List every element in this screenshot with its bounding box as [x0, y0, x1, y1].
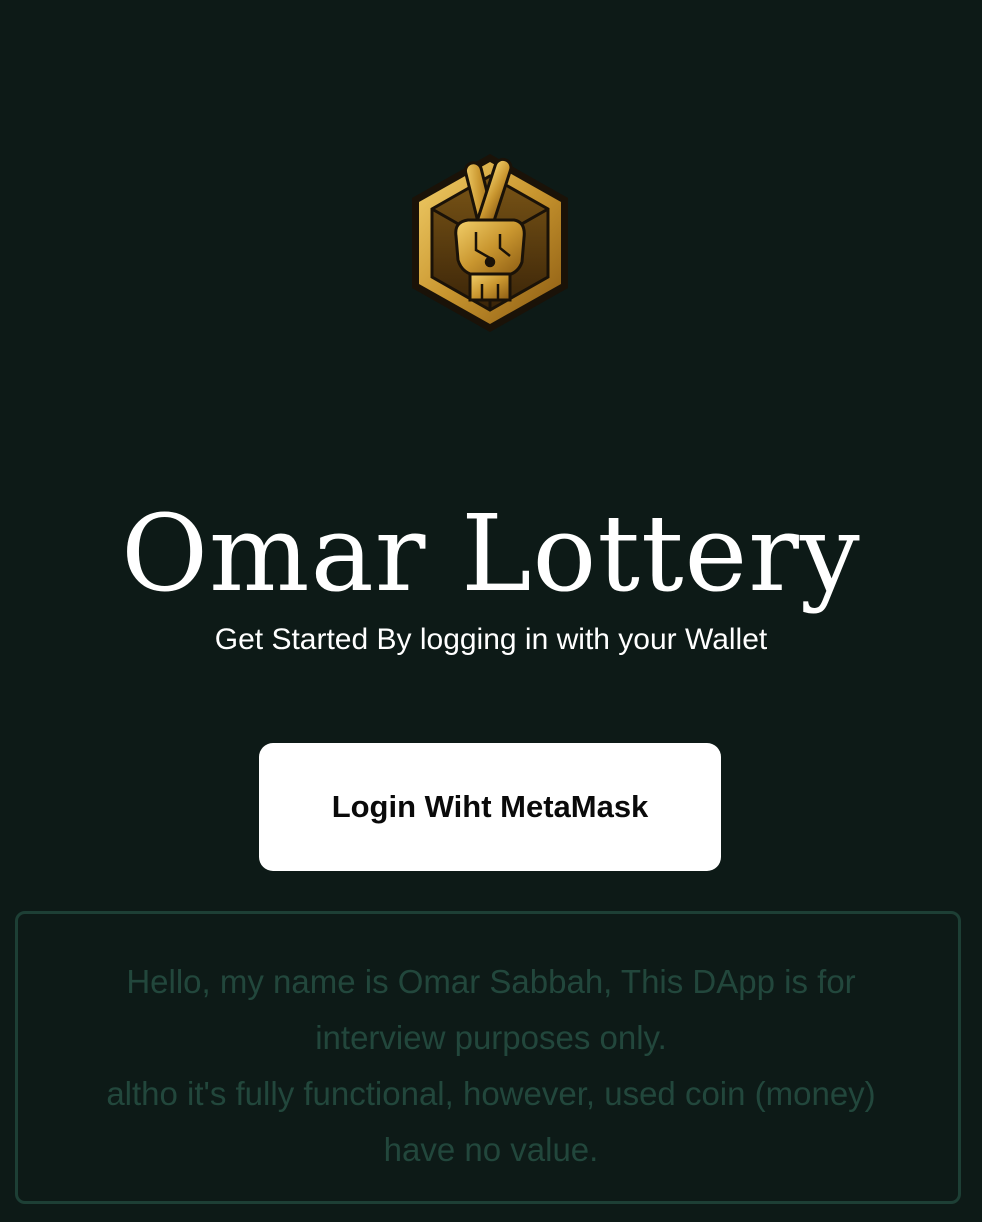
disclaimer-line-1: Hello, my name is Omar Sabbah, This DApp… [126, 963, 856, 1056]
page-subtitle: Get Started By logging in with your Wall… [214, 623, 768, 656]
disclaimer-box: Hello, my name is Omar Sabbah, This DApp… [15, 911, 961, 1204]
crossed-fingers-logo-icon [406, 150, 574, 336]
disclaimer-text: Hello, my name is Omar Sabbah, This DApp… [98, 954, 884, 1178]
login-metamask-button[interactable]: Login Wiht MetaMask [259, 743, 721, 871]
disclaimer-line-2: altho it's fully functional, however, us… [106, 1075, 876, 1168]
page-title: Omar Lottery [121, 492, 861, 615]
